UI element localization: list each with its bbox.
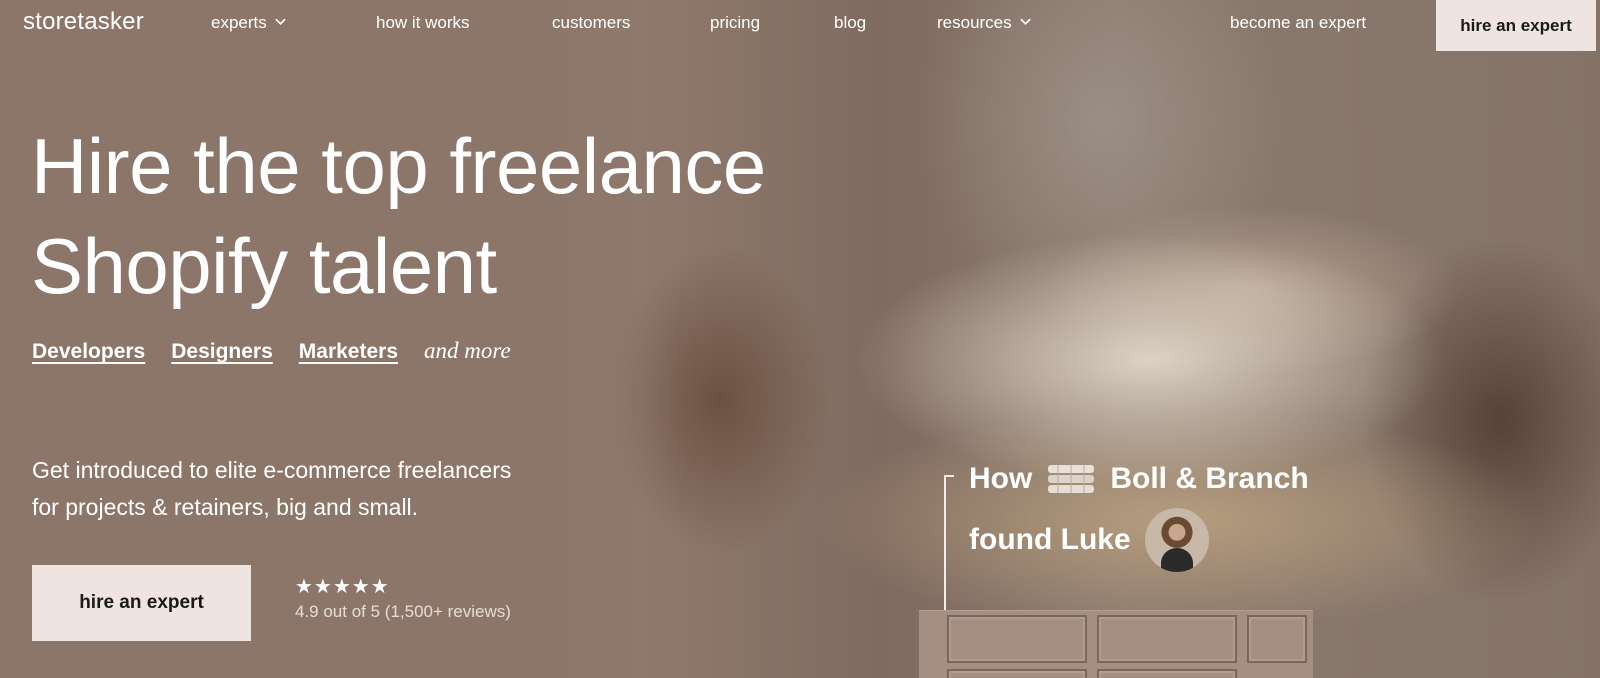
category-link-designers[interactable]: Designers — [171, 340, 273, 364]
nav-item-blog[interactable]: blog — [834, 13, 866, 33]
customer-story-subline[interactable]: found Luke — [969, 508, 1209, 572]
rating-summary: 4.9 out of 5 (1,500+ reviews) — [295, 602, 511, 621]
nav-item-how-it-works[interactable]: how it works — [376, 13, 470, 33]
expert-avatar — [1144, 508, 1209, 572]
hero-title-line-2: Shopify talent — [31, 222, 497, 310]
wall-panel — [947, 669, 1087, 678]
hero-subtext: Get introduced to elite e-commerce freel… — [32, 452, 652, 526]
wall-panel — [947, 615, 1087, 663]
wall-panel — [1097, 615, 1237, 663]
hero-title: Hire the top freelance Shopify talent — [31, 116, 766, 316]
nav-item-blog-label: blog — [834, 13, 867, 32]
nav-item-customers-label: customers — [552, 13, 631, 32]
nav-item-experts-label: experts — [211, 13, 267, 32]
category-links: Developers Designers Marketers and more — [32, 338, 511, 364]
nav-item-pricing-label: pricing — [710, 13, 761, 32]
chevron-down-icon — [1019, 16, 1031, 27]
category-link-marketers[interactable]: Marketers — [299, 340, 398, 364]
wall-panel — [1097, 669, 1237, 678]
story-preview-image[interactable] — [919, 610, 1313, 678]
become-expert-label: become an expert — [1230, 13, 1367, 32]
wall-panel — [1247, 615, 1307, 663]
chevron-down-icon — [275, 16, 286, 27]
customer-story-headline[interactable]: How Boll & Branch — [969, 459, 1309, 499]
nav-item-pricing[interactable]: pricing — [710, 13, 760, 33]
story-found-text: found Luke — [969, 523, 1131, 556]
nav-item-experts[interactable]: experts — [211, 13, 286, 33]
site-logo[interactable]: storetasker — [23, 8, 144, 36]
boll-branch-bedding-icon — [1048, 465, 1095, 493]
become-expert-link[interactable]: become an expert — [1230, 13, 1366, 33]
and-more-text: and more — [424, 338, 511, 363]
nav-item-resources-label: resources — [937, 13, 1012, 32]
star-rating-icons: ★★★★★ — [295, 576, 390, 598]
story-word-how: How — [969, 462, 1033, 495]
category-link-developers[interactable]: Developers — [32, 340, 145, 364]
hero-title-line-1: Hire the top freelance — [31, 122, 766, 210]
story-brand-name: Boll & Branch — [1110, 462, 1309, 495]
hero-subtext-line-1: Get introduced to elite e-commerce freel… — [32, 457, 512, 483]
rating-block: ★★★★★ 4.9 out of 5 (1,500+ reviews) — [295, 576, 511, 622]
nav-item-resources[interactable]: resources — [937, 13, 1031, 33]
hero-subtext-line-2: for projects & retainers, big and small. — [32, 494, 419, 520]
nav-item-customers[interactable]: customers — [552, 13, 630, 33]
top-navigation: storetasker experts how it works custome… — [0, 0, 1600, 51]
nav-item-how-it-works-label: how it works — [376, 13, 470, 32]
hero-hire-expert-button[interactable]: hire an expert — [32, 565, 251, 641]
nav-hire-expert-button[interactable]: hire an expert — [1436, 0, 1596, 51]
